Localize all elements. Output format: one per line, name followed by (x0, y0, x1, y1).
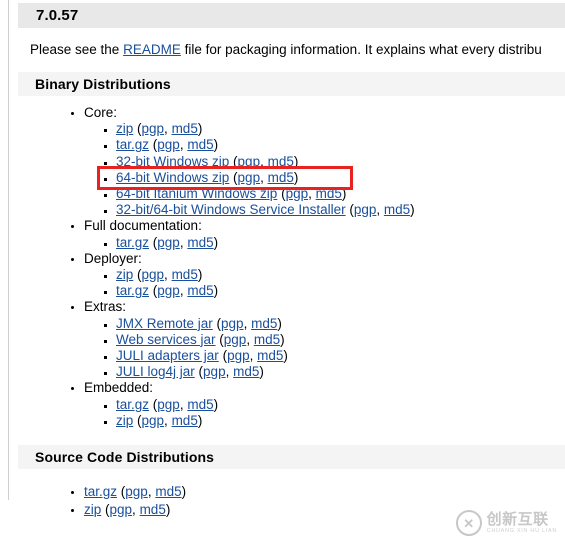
watermark-pinyin-text: CHUANG XIN HU LIAN (486, 527, 557, 534)
download-link[interactable]: 64-bit Itanium Windows zip (116, 186, 277, 201)
distribution-item: Web services jar (pgp, md5) (116, 332, 565, 348)
source-distributions-heading: Source Code Distributions (18, 445, 565, 470)
md5-link[interactable]: md5 (233, 364, 259, 379)
pgp-link[interactable]: pgp (354, 202, 377, 217)
distribution-group: Core:zip (pgp, md5)tar.gz (pgp, md5)32-b… (84, 105, 565, 218)
distribution-group-label: Extras: (84, 299, 127, 315)
distribution-sublist: tar.gz (pgp, md5)zip (pgp, md5) (84, 397, 565, 429)
distribution-item: 64-bit Windows zip (pgp, md5) (116, 170, 565, 186)
distribution-item: tar.gz (pgp, md5) (116, 137, 565, 153)
binary-distributions-heading: Binary Distributions (18, 72, 565, 96)
watermark-logo-icon: ✕ (455, 510, 482, 536)
download-link[interactable]: JULI adapters jar (116, 348, 219, 363)
pgp-link[interactable]: pgp (238, 154, 261, 169)
download-link[interactable]: Web services jar (116, 332, 216, 347)
distribution-group: Extras:JMX Remote jar (pgp, md5)Web serv… (84, 299, 565, 380)
download-link[interactable]: 32-bit/64-bit Windows Service Installer (116, 202, 346, 217)
md5-link[interactable]: md5 (254, 332, 280, 347)
pgp-link[interactable]: pgp (157, 235, 180, 250)
md5-link[interactable]: md5 (172, 121, 198, 136)
distribution-group-label: Embedded: (84, 380, 154, 396)
download-link[interactable]: tar.gz (116, 283, 149, 298)
md5-link[interactable]: md5 (187, 397, 213, 412)
distribution-item: 32-bit/64-bit Windows Service Installer … (116, 202, 565, 218)
intro-text-before: Please see the (30, 42, 124, 57)
pgp-link[interactable]: pgp (142, 267, 165, 282)
watermark: ✕ 创新互联 CHUANG XIN HU LIAN (455, 510, 557, 536)
download-link[interactable]: zip (84, 502, 101, 517)
download-link[interactable]: tar.gz (116, 235, 149, 250)
page-content: 7.0.57 Please see the README file for pa… (18, 0, 565, 542)
md5-link[interactable]: md5 (316, 186, 342, 201)
download-link[interactable]: tar.gz (116, 397, 149, 412)
distribution-group: Embedded:tar.gz (pgp, md5)zip (pgp, md5) (84, 380, 565, 429)
intro-paragraph: Please see the README file for packaging… (30, 42, 565, 58)
distribution-group: Deployer:zip (pgp, md5)tar.gz (pgp, md5) (84, 251, 565, 300)
distribution-item: tar.gz (pgp, md5) (116, 283, 565, 299)
distribution-item: JULI log4j jar (pgp, md5) (116, 364, 565, 380)
pgp-link[interactable]: pgp (125, 484, 148, 499)
distribution-group-label: Full documentation: (84, 218, 202, 234)
download-link[interactable]: zip (116, 413, 133, 428)
md5-link[interactable]: md5 (257, 348, 283, 363)
pgp-link[interactable]: pgp (224, 332, 247, 347)
version-heading: 7.0.57 (18, 3, 565, 28)
md5-link[interactable]: md5 (140, 502, 166, 517)
md5-link[interactable]: md5 (268, 154, 294, 169)
md5-link[interactable]: md5 (187, 283, 213, 298)
intro-text-after: file for packaging information. It expla… (180, 42, 542, 57)
download-link[interactable]: JMX Remote jar (116, 316, 213, 331)
download-link[interactable]: 32-bit Windows zip (116, 154, 229, 169)
readme-link[interactable]: README (123, 42, 181, 57)
pgp-link[interactable]: pgp (227, 348, 250, 363)
distribution-item: 64-bit Itanium Windows zip (pgp, md5) (116, 186, 565, 202)
pgp-link[interactable]: pgp (157, 397, 180, 412)
download-link[interactable]: zip (116, 267, 133, 282)
download-link[interactable]: JULI log4j jar (116, 364, 195, 379)
download-link[interactable]: tar.gz (84, 484, 117, 499)
distribution-sublist: JMX Remote jar (pgp, md5)Web services ja… (84, 316, 565, 381)
distribution-item: 32-bit Windows zip (pgp, md5) (116, 154, 565, 170)
watermark-chinese-text: 创新互联 (486, 510, 549, 528)
distribution-item: zip (pgp, md5) (116, 267, 565, 283)
download-link[interactable]: zip (116, 121, 133, 136)
pgp-link[interactable]: pgp (142, 121, 165, 136)
pgp-link[interactable]: pgp (238, 170, 261, 185)
distribution-group-label: Core: (84, 105, 118, 120)
md5-link[interactable]: md5 (384, 202, 410, 217)
distribution-sublist: zip (pgp, md5)tar.gz (pgp, md5)32-bit Wi… (84, 121, 565, 218)
pgp-link[interactable]: pgp (110, 502, 133, 517)
pgp-link[interactable]: pgp (286, 186, 309, 201)
pgp-link[interactable]: pgp (157, 137, 180, 152)
md5-link[interactable]: md5 (187, 137, 213, 152)
pgp-link[interactable]: pgp (157, 283, 180, 298)
distribution-sublist: zip (pgp, md5)tar.gz (pgp, md5) (84, 267, 565, 299)
pgp-link[interactable]: pgp (221, 316, 244, 331)
distribution-group: Full documentation:tar.gz (pgp, md5) (84, 218, 565, 250)
md5-link[interactable]: md5 (187, 235, 213, 250)
pgp-link[interactable]: pgp (142, 413, 165, 428)
distribution-sublist: tar.gz (pgp, md5) (84, 235, 565, 251)
md5-link[interactable]: md5 (172, 413, 198, 428)
distribution-item: JMX Remote jar (pgp, md5) (116, 316, 565, 332)
distribution-item: tar.gz (pgp, md5) (116, 235, 565, 251)
distribution-item: zip (pgp, md5) (116, 121, 565, 137)
pgp-link[interactable]: pgp (203, 364, 226, 379)
distribution-item: zip (pgp, md5) (116, 413, 565, 429)
distribution-item: tar.gz (pgp, md5) (84, 483, 565, 501)
md5-link[interactable]: md5 (268, 170, 294, 185)
md5-link[interactable]: md5 (251, 316, 277, 331)
left-border-rule (8, 0, 9, 500)
md5-link[interactable]: md5 (155, 484, 181, 499)
distribution-item: JULI adapters jar (pgp, md5) (116, 348, 565, 364)
download-link[interactable]: tar.gz (116, 137, 149, 152)
binary-distributions-list: Core:zip (pgp, md5)tar.gz (pgp, md5)32-b… (18, 105, 565, 429)
download-link[interactable]: 64-bit Windows zip (116, 170, 229, 185)
distribution-item: tar.gz (pgp, md5) (116, 397, 565, 413)
md5-link[interactable]: md5 (172, 267, 198, 282)
distribution-group-label: Deployer: (84, 250, 142, 266)
